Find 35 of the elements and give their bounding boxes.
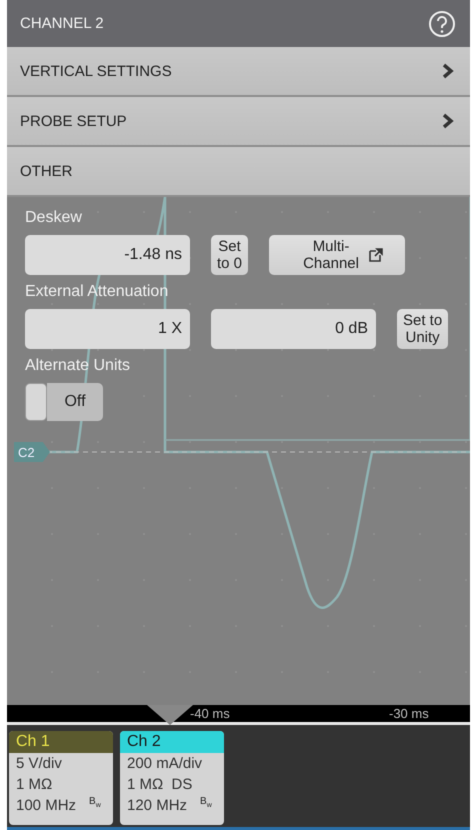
setting-label: External Attenuation [25,283,168,301]
window-title: CHANNEL 2 [20,15,104,32]
setting-label: Deskew [25,209,82,227]
chevron-right-icon [442,63,454,79]
menu-label: OTHER [20,162,72,180]
input-field[interactable]: 0 dB [211,309,376,349]
axis-label: -40 ms [190,705,230,722]
bandwidth-mark: B$_{w}$ [89,795,101,811]
input-field[interactable]: -1.48 ns [25,235,190,275]
channel-name: Ch 2 [120,731,224,753]
menu-label: VERTICAL SETTINGS [20,62,172,80]
chevron-right-icon [442,113,454,129]
menu-item[interactable]: VERTICAL SETTINGS [7,47,470,97]
action-button[interactable]: Set to Unity [397,309,448,349]
setting-label: Alternate Units [25,357,130,375]
channel-badge[interactable]: Ch 1 5 V/div 1 MΩ 100 MHz B$_{w}$ [9,731,113,825]
channel-setting: 5 V/div [15,754,63,774]
channel-setting: 1 MΩ DS [126,775,194,795]
channel-setting: 100 MHz [15,796,78,816]
menu-label: PROBE SETUP [20,112,127,130]
channel-marker: C2 [14,442,50,462]
menu-item[interactable]: OTHER [7,147,470,197]
input-field[interactable]: 1 X [25,309,190,349]
bandwidth-mark: B$_{w}$ [200,795,212,811]
popup-button[interactable]: Multi- Channel [269,235,406,275]
action-button[interactable]: Set to 0 [211,235,248,275]
channel-setting: 120 MHz [126,796,188,816]
channel-badge[interactable]: Ch 2 200 mA/div 1 MΩ DS 120 MHz B$_{w}$ [120,731,224,825]
channel-setting: 1 MΩ [15,775,54,795]
external-window-icon [368,248,383,262]
axis-label: -30 ms [389,705,429,722]
menu-item[interactable]: PROBE SETUP [7,97,470,147]
channel-name: Ch 1 [9,731,113,753]
help-icon[interactable] [428,10,456,38]
channel-setting: 200 mA/div [126,754,204,774]
